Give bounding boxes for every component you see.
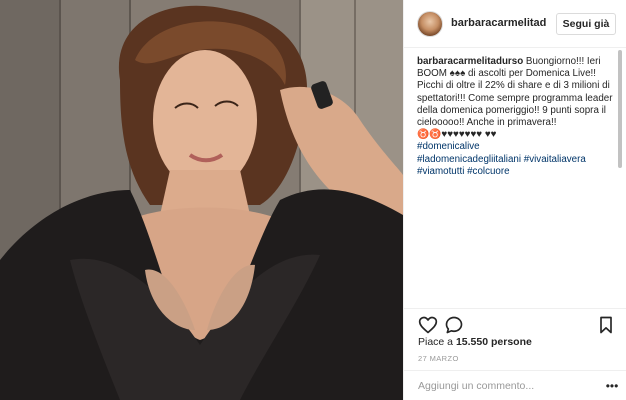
caption-block: barbaracarmelitadurso Buongiorno!!! Ieri… [417,56,617,306]
hashtag-link[interactable]: #colcuore [467,166,509,177]
hashtag-link[interactable]: #ladomenicadegliitaliani [417,154,521,165]
post-side-panel: barbaracarmelitadurso Segui già barbarac… [403,0,626,400]
caption-author-link[interactable]: barbaracarmelitadurso [417,56,523,67]
comment-bubble-icon[interactable] [444,315,464,335]
action-bar [404,308,626,338]
instagram-post: barbaracarmelitadurso Segui già barbarac… [0,0,626,400]
hashtag-link[interactable]: #vivaitaliavera [524,154,586,165]
scrollbar-thumb[interactable] [618,50,622,168]
caption-text: Buongiorno!!! Ieri BOOM ♠♠♠ di ascolti p… [417,56,613,141]
likes-prefix: Piace a [418,336,454,348]
more-options-icon[interactable]: ••• [604,378,620,394]
username-link[interactable]: barbaracarmelitadurso [451,17,547,29]
heart-icon[interactable] [418,315,438,335]
likes-number: 15.550 [455,336,489,348]
follow-button[interactable]: Segui già [556,13,616,35]
avatar[interactable] [417,11,443,37]
hashtag-link[interactable]: #viamotutti [417,166,464,177]
comments-scrollbar[interactable] [617,50,623,305]
comment-input[interactable] [418,377,600,395]
post-header: barbaracarmelitadurso Segui già [404,0,626,48]
hashtag-link[interactable]: #domenicalive [417,141,480,152]
likes-suffix: persone [491,336,532,348]
post-date[interactable]: 27 MARZO [418,354,459,363]
bookmark-icon[interactable] [596,315,616,335]
add-comment-bar: ••• [404,370,626,400]
post-photo[interactable] [0,0,403,400]
likes-count[interactable]: Piace a 15.550 persone [418,336,532,348]
portrait-image [0,0,403,400]
